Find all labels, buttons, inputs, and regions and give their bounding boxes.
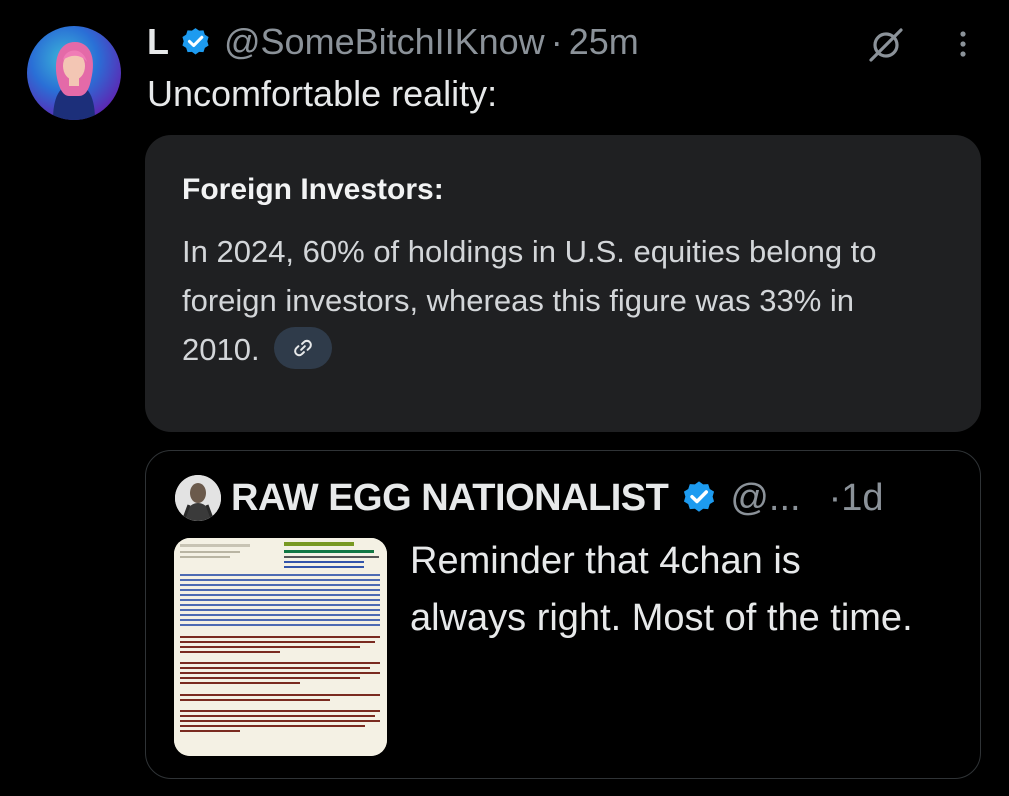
link-icon bbox=[293, 339, 312, 357]
card-title: Foreign Investors: bbox=[182, 173, 444, 206]
tweet-timestamp[interactable]: 25m bbox=[569, 20, 639, 64]
header-separator: · bbox=[550, 21, 563, 62]
quoted-author-avatar[interactable] bbox=[175, 475, 221, 521]
user-avatar[interactable] bbox=[27, 26, 121, 120]
timeline-page: L @SomeBitchIIKnow · 25m Uncomfortable r… bbox=[0, 0, 1009, 796]
tweet-text: Uncomfortable reality: bbox=[147, 73, 498, 114]
grok-icon[interactable] bbox=[866, 25, 906, 65]
quoted-tweet[interactable]: RAW EGG NATIONALIST @... ·1d Reminder th… bbox=[145, 450, 981, 779]
screenshot-thumbnail[interactable] bbox=[174, 538, 387, 756]
verified-badge-icon bbox=[179, 26, 212, 59]
avatar-image bbox=[53, 42, 95, 120]
quoted-author-handle[interactable]: @... bbox=[730, 474, 800, 522]
quoted-time-value: 1d bbox=[841, 477, 884, 519]
quoted-header: RAW EGG NATIONALIST @... ·1d bbox=[231, 474, 884, 522]
author-name[interactable]: L bbox=[147, 20, 169, 64]
quoted-author-name[interactable]: RAW EGG NATIONALIST bbox=[231, 474, 669, 522]
quoted-verified-badge-icon bbox=[680, 479, 718, 517]
more-options-icon[interactable] bbox=[948, 26, 978, 62]
link-button[interactable] bbox=[273, 326, 332, 369]
author-handle[interactable]: @SomeBitchIIKnow bbox=[224, 20, 545, 64]
info-card[interactable]: Foreign Investors: In 2024, 60% of holdi… bbox=[145, 135, 981, 432]
quoted-tweet-text: Reminder that 4chan is always right. Mos… bbox=[410, 540, 913, 639]
quoted-separator: · bbox=[828, 477, 842, 519]
card-body: In 2024, 60% of holdings in U.S. equitie… bbox=[182, 227, 922, 374]
quoted-timestamp[interactable]: ·1d bbox=[829, 474, 884, 522]
tweet-header: L @SomeBitchIIKnow · 25m bbox=[147, 20, 639, 64]
